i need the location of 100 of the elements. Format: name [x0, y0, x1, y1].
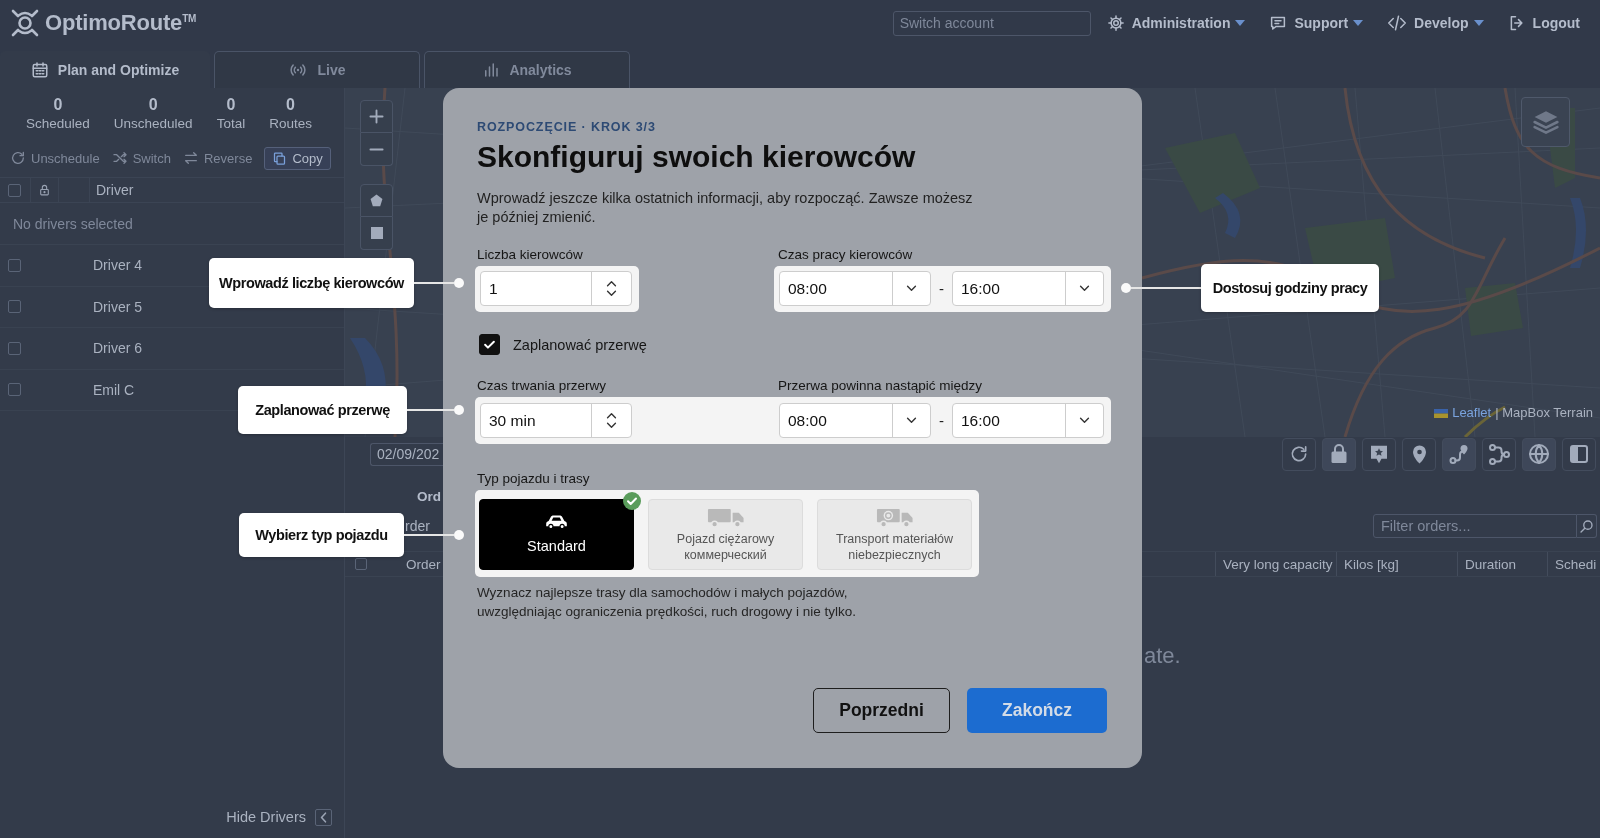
checkbox[interactable] [355, 558, 367, 570]
checkbox[interactable] [479, 334, 500, 355]
layers-icon [1532, 110, 1559, 134]
stat-value: 0 [226, 95, 236, 115]
checkbox[interactable] [8, 341, 21, 355]
route-icon [1449, 444, 1469, 464]
chevron-down-icon [606, 290, 617, 297]
column-header: Kilos [kg] [1336, 552, 1457, 576]
attribution-text: | MapBox Terrain [1495, 405, 1593, 421]
vehicle-option[interactable]: Pojazd ciężarowy коммерческий [648, 499, 803, 570]
chevron-down-icon [1079, 417, 1090, 424]
chevron-down-icon [906, 285, 917, 292]
step-indicator: ROZPOCZĘCIE · KROK 3/3 [477, 119, 656, 135]
callout-label: Wybierz typ pojazdu [239, 513, 404, 557]
logout-link[interactable]: Logout [1507, 14, 1580, 32]
column-header: Duration [1457, 552, 1547, 576]
number-input[interactable]: 1 [480, 271, 632, 306]
lock-icon [38, 183, 51, 197]
copy-button[interactable]: Copy [264, 146, 331, 170]
stat-label: Routes [269, 115, 312, 133]
zoom-in-button[interactable] [360, 100, 393, 133]
checkbox[interactable] [8, 383, 21, 397]
shuffle-icon [111, 150, 128, 166]
swap-arrows-icon [182, 150, 199, 166]
chevron-left-icon [320, 811, 327, 823]
branching-route-icon [1488, 443, 1510, 465]
support-menu[interactable]: Support [1269, 14, 1364, 32]
finish-button[interactable]: Zakończ [967, 688, 1107, 733]
lock-button[interactable] [1322, 437, 1356, 471]
filter-field[interactable]: Filter orders... [1373, 514, 1577, 538]
route-button[interactable] [1442, 437, 1476, 471]
driver-name: Driver 4 [93, 257, 142, 274]
callout-label: Wprowadź liczbę kierowców [209, 258, 414, 308]
driver-name: Driver 5 [93, 298, 142, 315]
square-icon [370, 227, 383, 239]
develop-menu[interactable]: Develop [1387, 14, 1484, 32]
time-select[interactable]: 08:00 [779, 403, 931, 438]
star-marker-button[interactable] [1362, 437, 1396, 471]
globe-button[interactable] [1522, 437, 1556, 471]
field-label: Czas trwania przerwy [477, 377, 608, 394]
number-input[interactable]: 30 min [480, 403, 632, 438]
checkbox-label: Zaplanować przerwę [513, 336, 647, 353]
refresh-icon [10, 150, 26, 166]
refresh-button[interactable] [1282, 437, 1316, 471]
code-icon [1387, 14, 1408, 32]
chevron-up-icon [606, 280, 617, 287]
vehicle-description: Wyznacz najlepsze trasy dla samochodów i małych pojazdów, uwzględniając ograniczenia prędkości, ruch drogowy i nie tylko. [477, 584, 857, 621]
map-pin-button[interactable] [1402, 437, 1436, 471]
search-icon [1580, 519, 1593, 533]
column-header: Very long capacity [1215, 552, 1336, 576]
chevron-up-icon [606, 412, 617, 419]
checkbox[interactable] [8, 183, 21, 197]
sidebar-panel-icon [1570, 445, 1588, 463]
caret-icon [1473, 20, 1484, 26]
caret-icon [1353, 20, 1364, 26]
stat-label: Unscheduled [113, 115, 193, 133]
draw-rectangle-button[interactable] [360, 217, 393, 250]
attribution-link[interactable]: Leaflet [1452, 405, 1492, 421]
search-button[interactable] [1577, 514, 1597, 538]
back-button[interactable]: Poprzedni [813, 688, 950, 733]
logo-text: OptimoRoute$^{TM}$ [45, 10, 197, 36]
copy-icon [272, 150, 288, 166]
collapse-button[interactable] [315, 808, 332, 826]
pentagon-icon [369, 193, 384, 208]
broadcast-icon [288, 61, 309, 79]
vehicle-option[interactable]: Standard [479, 499, 634, 570]
callout-label: Zaplanować przerwę [238, 386, 407, 434]
administration-menu[interactable]: Administration [1106, 14, 1246, 32]
time-select[interactable]: 16:00 [952, 271, 1104, 306]
stat-label: Scheduled [26, 115, 90, 133]
nav-tab[interactable]: Analytics [424, 51, 630, 88]
car-icon [544, 514, 569, 529]
section-heading: Ord [417, 489, 441, 504]
branching-route-button[interactable] [1482, 437, 1516, 471]
nav-tab[interactable]: Live [214, 51, 420, 88]
column-header: Schedi [1547, 552, 1600, 576]
field-label: Typ pojazdu i trasy [477, 470, 591, 487]
hide-drivers-link[interactable]: Hide Drivers [226, 809, 306, 825]
sidebar-toggle-button[interactable] [1562, 437, 1596, 471]
star-marker-icon [1370, 444, 1388, 464]
dialog-title: Skonfiguruj swoich kierowców [477, 139, 916, 175]
checkbox[interactable] [8, 258, 21, 272]
minus-icon [369, 147, 384, 151]
stat-value: 0 [148, 95, 158, 115]
calendar-icon [30, 61, 49, 79]
truck-icon [706, 506, 745, 528]
account-search-field[interactable]: Switch account [892, 10, 1091, 36]
driver-name: Driver 6 [93, 340, 142, 357]
chevron-down-icon [1079, 285, 1090, 292]
range-separator: - [938, 412, 945, 429]
draw-polygon-button[interactable] [360, 184, 393, 217]
checkbox[interactable] [8, 300, 21, 314]
map-pin-icon [1411, 444, 1427, 464]
vehicle-option[interactable]: Transport materiałów niebezpiecznych [817, 499, 972, 570]
time-select[interactable]: 16:00 [952, 403, 1104, 438]
globe-icon [1529, 444, 1549, 464]
time-select[interactable]: 08:00 [779, 271, 931, 306]
refresh-icon [1289, 444, 1309, 464]
chevron-down-icon [906, 417, 917, 424]
caret-icon [1235, 20, 1246, 26]
